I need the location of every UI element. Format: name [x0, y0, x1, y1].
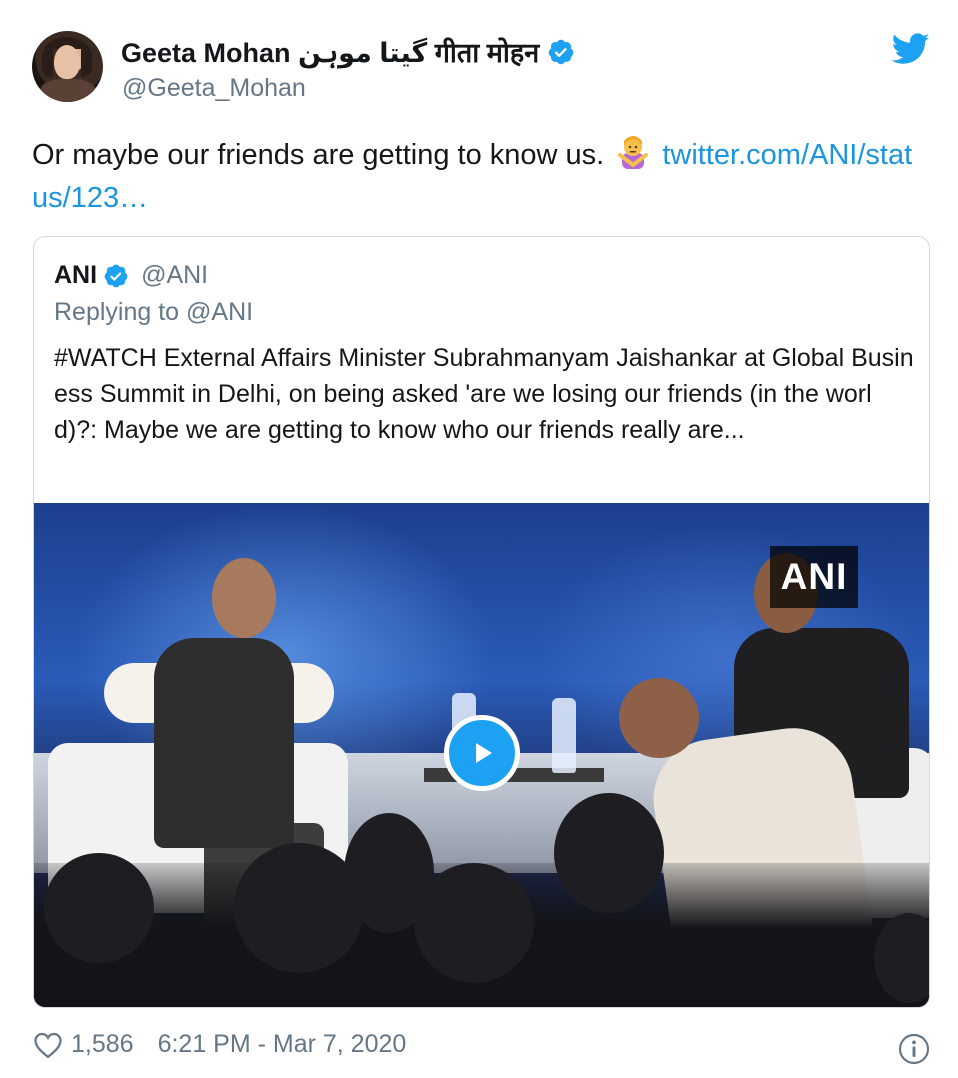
ani-watermark: ANI [770, 546, 858, 608]
heart-icon[interactable] [33, 1031, 63, 1059]
info-icon[interactable] [898, 1033, 930, 1065]
author-name-row[interactable]: Geeta Mohan گیتا موہن गीता मोहन [121, 33, 575, 70]
video-thumbnail[interactable]: ANI [34, 503, 929, 1007]
author-handle[interactable]: @Geeta_Mohan [122, 74, 306, 103]
quoted-author-name[interactable]: ANI [54, 261, 97, 290]
play-button[interactable] [444, 715, 520, 791]
person-gesturing-no-emoji [616, 135, 650, 169]
play-icon [476, 743, 492, 763]
quoted-tweet-header: ANI @ANI [54, 261, 208, 290]
quoted-tweet-text: #WATCH External Affairs Minister Subrahm… [54, 344, 914, 444]
author-display-name[interactable]: Geeta Mohan گیتا موہن गीता मोहन [121, 33, 539, 70]
verified-badge-icon [548, 39, 574, 64]
quoted-author-handle[interactable]: @ANI [141, 261, 208, 290]
replying-to: Replying to @ANI [54, 298, 254, 326]
timestamp[interactable]: 6:21 PM - Mar 7, 2020 [158, 1030, 407, 1059]
tweet-body: Or maybe our friends are getting to know… [32, 134, 924, 220]
avatar[interactable] [32, 31, 103, 102]
tweet-text: Or maybe our friends are getting to know… [32, 139, 605, 171]
quoted-tweet-card[interactable]: ANI @ANI Replying to @ANI #WATCH Externa… [33, 236, 930, 1008]
like-count[interactable]: 1,586 [71, 1030, 134, 1059]
twitter-bird-icon[interactable] [892, 33, 930, 65]
verified-badge-icon [104, 264, 128, 287]
tweet-footer: 1,586 6:21 PM - Mar 7, 2020 [33, 1030, 406, 1059]
